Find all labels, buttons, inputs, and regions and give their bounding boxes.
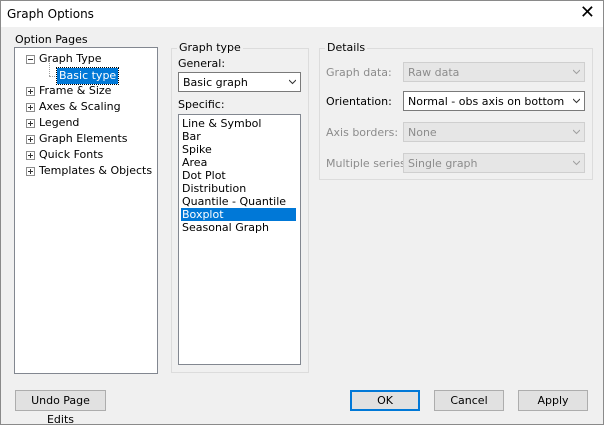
graph-data-dropdown[interactable]: Raw data — [403, 62, 585, 82]
graph-options-dialog: Graph Options ✕ Option Pages Graph Type … — [0, 0, 604, 426]
option-pages-label: Option Pages — [15, 33, 88, 46]
collapse-icon[interactable] — [26, 55, 35, 64]
undo-page-edits-button[interactable]: Undo Page Edits — [15, 390, 106, 426]
tree-item-templates-objects[interactable]: Templates & Objects — [39, 163, 152, 179]
list-item[interactable]: Quantile - Quantile — [181, 195, 286, 208]
tree-item-graph-type[interactable]: Graph Type — [39, 51, 102, 67]
general-value: Basic graph — [183, 76, 248, 89]
expand-icon[interactable] — [26, 151, 35, 160]
graph-data-value: Raw data — [408, 66, 460, 79]
tree-item-graph-elements[interactable]: Graph Elements — [39, 131, 128, 147]
chevron-down-icon — [289, 79, 296, 85]
tree-item-axes-scaling[interactable]: Axes & Scaling — [39, 99, 121, 115]
general-label: General: — [178, 57, 226, 70]
chevron-down-icon — [573, 129, 580, 135]
window-title: Graph Options — [7, 7, 94, 21]
chevron-down-icon — [573, 69, 580, 75]
graph-data-label: Graph data: — [326, 66, 392, 79]
list-item[interactable]: Bar — [181, 130, 201, 143]
axis-borders-dropdown[interactable]: None — [403, 122, 585, 142]
orientation-value: Normal - obs axis on bottom — [408, 95, 565, 108]
specific-listbox[interactable]: Line & Symbol Bar Spike Area Dot Plot Di… — [178, 114, 301, 365]
option-pages-tree[interactable]: Graph Type Basic type Frame & Size Axes … — [14, 47, 158, 374]
axis-borders-label: Axis borders: — [326, 126, 399, 139]
cancel-button[interactable]: Cancel — [434, 390, 504, 411]
chevron-down-icon — [573, 160, 580, 166]
expand-icon[interactable] — [26, 87, 35, 96]
chevron-down-icon — [573, 98, 580, 104]
multiple-series-dropdown[interactable]: Single graph — [403, 153, 585, 173]
title-bar: Graph Options ✕ — [1, 1, 603, 27]
multiple-series-value: Single graph — [408, 157, 478, 170]
list-item[interactable]: Spike — [181, 143, 212, 156]
list-item[interactable]: Dot Plot — [181, 169, 226, 182]
list-item-selected[interactable]: Boxplot — [181, 208, 296, 221]
list-item[interactable]: Distribution — [181, 182, 246, 195]
tree-item-basic-type[interactable]: Basic type — [55, 67, 120, 85]
expand-icon[interactable] — [26, 103, 35, 112]
tree-item-legend[interactable]: Legend — [39, 115, 79, 131]
axis-borders-value: None — [408, 126, 437, 139]
details-group-label: Details — [325, 41, 368, 54]
orientation-dropdown[interactable]: Normal - obs axis on bottom — [403, 91, 585, 111]
apply-button[interactable]: Apply — [518, 390, 588, 411]
tree-item-frame-size[interactable]: Frame & Size — [39, 83, 111, 99]
expand-icon[interactable] — [26, 135, 35, 144]
list-item[interactable]: Line & Symbol — [181, 117, 261, 130]
expand-icon[interactable] — [26, 119, 35, 128]
specific-label: Specific: — [178, 98, 225, 111]
general-dropdown[interactable]: Basic graph — [178, 72, 301, 92]
orientation-label: Orientation: — [326, 95, 392, 108]
graph-type-group-label: Graph type — [177, 41, 243, 54]
close-icon[interactable]: ✕ — [580, 3, 595, 23]
ok-button[interactable]: OK — [350, 390, 420, 411]
list-item[interactable]: Seasonal Graph — [181, 221, 269, 234]
list-item[interactable]: Area — [181, 156, 207, 169]
multiple-series-label: Multiple series: — [326, 157, 410, 170]
expand-icon[interactable] — [26, 167, 35, 176]
tree-item-quick-fonts[interactable]: Quick Fonts — [39, 147, 103, 163]
